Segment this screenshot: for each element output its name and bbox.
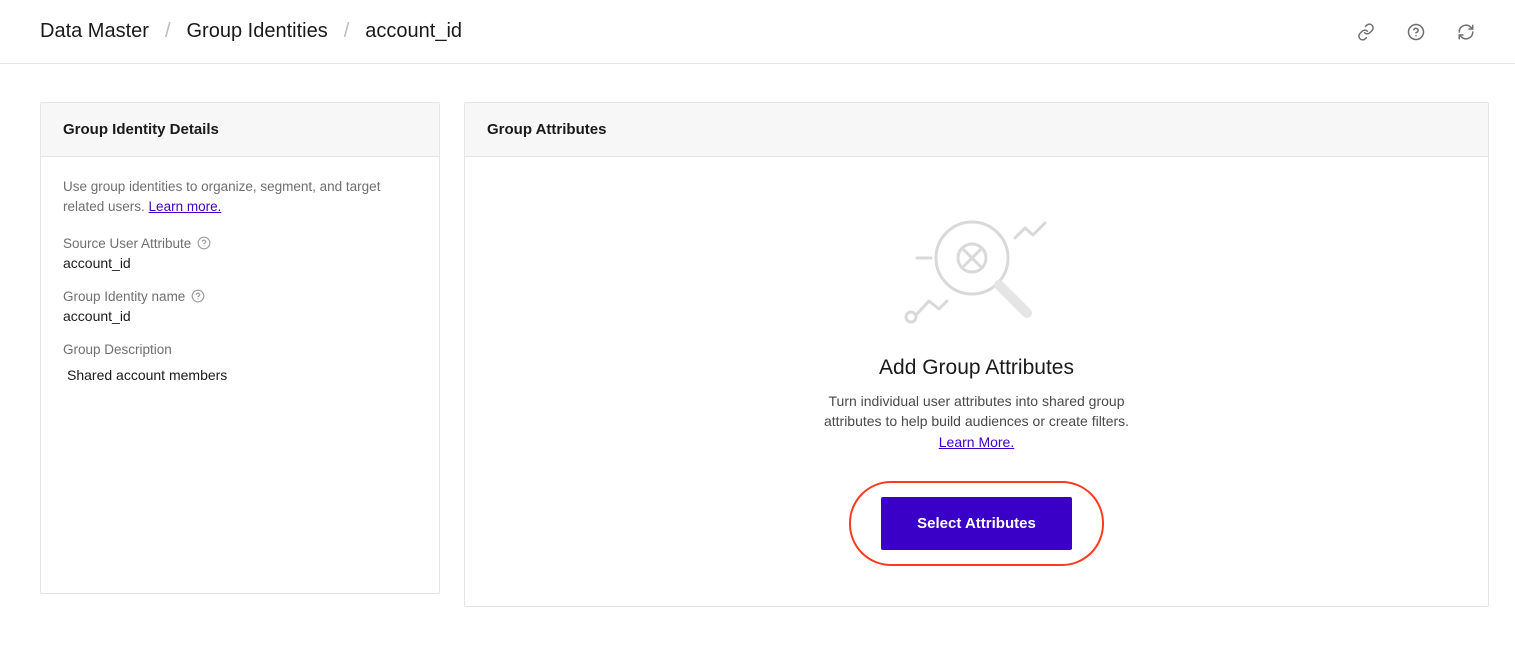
cta-highlight-ring: Select Attributes (849, 481, 1104, 566)
search-analytics-illustration-icon (897, 203, 1057, 338)
group-identity-details-panel: Group Identity Details Use group identit… (40, 102, 440, 594)
attributes-panel-body: Add Group Attributes Turn individual use… (465, 157, 1488, 606)
breadcrumb-separator: / (344, 20, 350, 43)
breadcrumb-parent[interactable]: Group Identities (187, 20, 328, 43)
identity-name-field: Group Identity name account_id (63, 289, 417, 324)
details-panel-body: Use group identities to organize, segmen… (41, 157, 439, 403)
main-content: Group Identity Details Use group identit… (0, 64, 1515, 607)
attributes-learn-more-link[interactable]: Learn More. (939, 433, 1014, 453)
help-icon[interactable] (191, 289, 205, 303)
group-description-field: Group Description Shared account members (63, 342, 417, 383)
identity-name-label: Group Identity name (63, 289, 417, 304)
empty-state-description: Turn individual user attributes into sha… (807, 392, 1147, 453)
header-action-icons (1357, 23, 1475, 41)
source-attribute-field: Source User Attribute account_id (63, 236, 417, 271)
details-intro-text: Use group identities to organize, segmen… (63, 177, 417, 218)
source-attribute-value: account_id (63, 255, 417, 271)
identity-name-value: account_id (63, 308, 417, 324)
refresh-icon[interactable] (1457, 23, 1475, 41)
select-attributes-button[interactable]: Select Attributes (881, 497, 1072, 550)
source-attribute-label: Source User Attribute (63, 236, 417, 251)
group-description-value: Shared account members (63, 367, 417, 383)
source-attribute-label-text: Source User Attribute (63, 236, 191, 251)
group-description-label: Group Description (63, 342, 417, 357)
breadcrumb-separator: / (165, 20, 171, 43)
group-attributes-panel: Group Attributes Add Group Attributes Tu… (464, 102, 1489, 607)
empty-state-copy: Turn individual user attributes into sha… (824, 393, 1129, 429)
help-icon[interactable] (197, 236, 211, 250)
breadcrumb: Data Master / Group Identities / account… (40, 20, 462, 43)
attributes-panel-title: Group Attributes (465, 103, 1488, 157)
empty-state-title: Add Group Attributes (879, 356, 1074, 380)
details-panel-title: Group Identity Details (41, 103, 439, 157)
group-description-label-text: Group Description (63, 342, 172, 357)
details-intro-copy: Use group identities to organize, segmen… (63, 179, 380, 214)
page-header: Data Master / Group Identities / account… (0, 0, 1515, 64)
help-icon[interactable] (1407, 23, 1425, 41)
link-icon[interactable] (1357, 23, 1375, 41)
identity-name-label-text: Group Identity name (63, 289, 185, 304)
breadcrumb-current: account_id (365, 20, 462, 43)
breadcrumb-root[interactable]: Data Master (40, 20, 149, 43)
details-learn-more-link[interactable]: Learn more. (149, 199, 222, 214)
